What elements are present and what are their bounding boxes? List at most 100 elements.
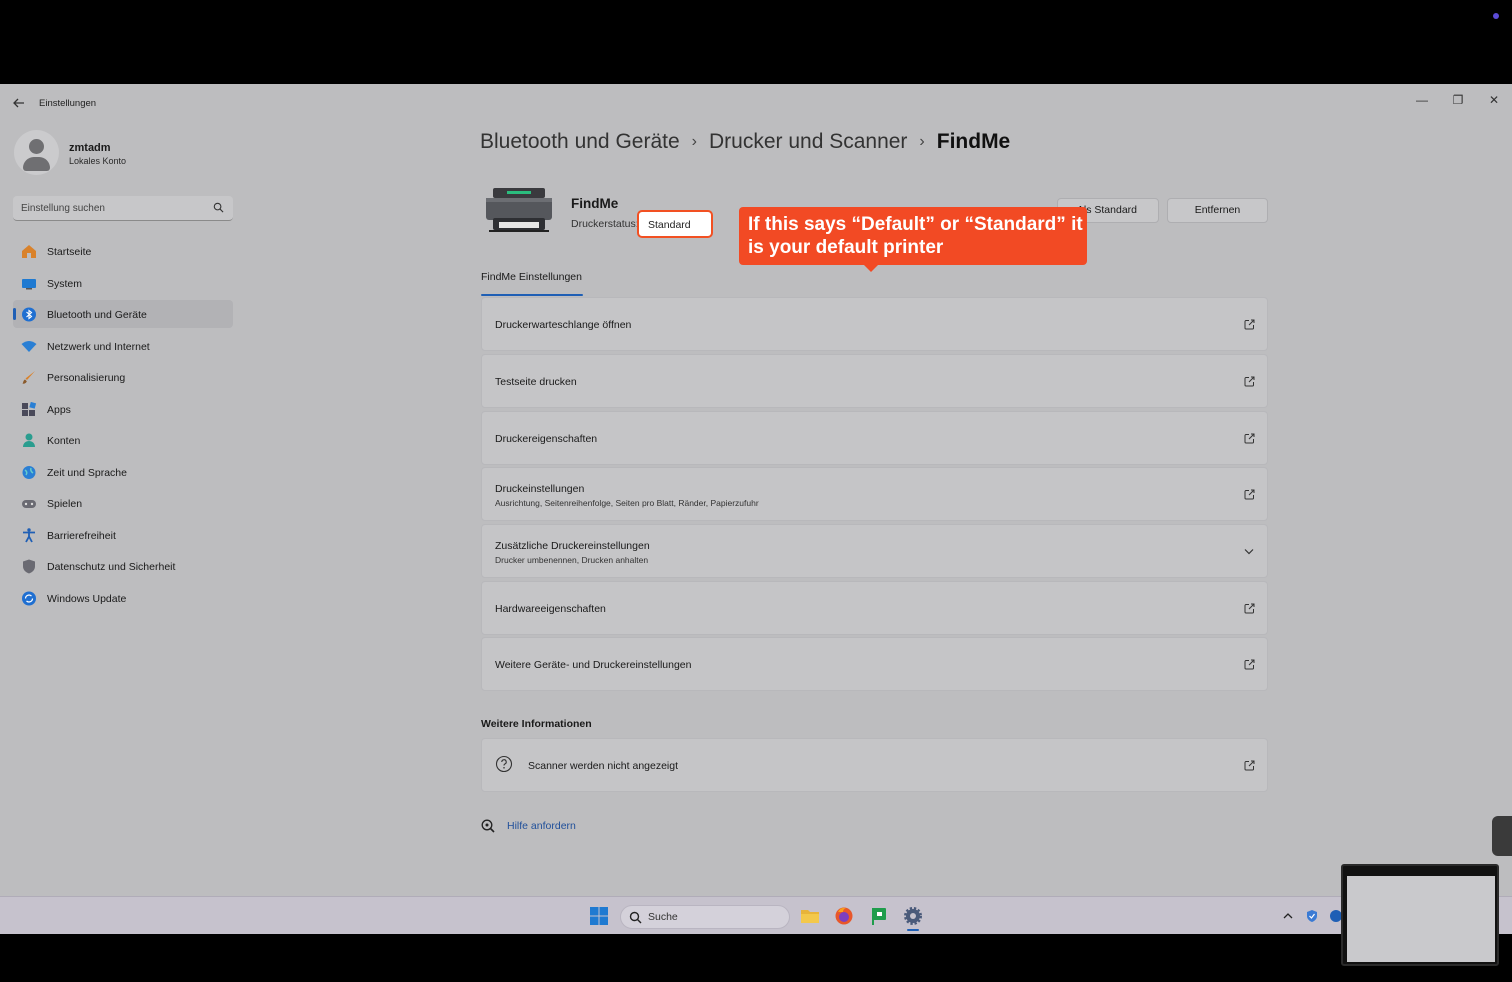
tab-underline xyxy=(481,294,583,296)
defender-tray-icon[interactable] xyxy=(1305,909,1319,923)
sidebar-item-startseite[interactable]: Startseite xyxy=(13,237,233,265)
sidebar-item-netzwerk[interactable]: Netzwerk und Internet xyxy=(13,332,233,360)
sidebar-item-bluetooth[interactable]: Bluetooth und Geräte xyxy=(13,300,233,328)
external-link-icon xyxy=(1244,376,1255,387)
setting-subtitle: Drucker umbenennen, Drucken anhalten xyxy=(495,555,649,565)
breadcrumb-item-drucker[interactable]: Drucker und Scanner xyxy=(709,130,907,154)
setting-title: Druckerwarteschlange öffnen xyxy=(495,319,632,331)
search-input[interactable] xyxy=(21,196,211,220)
app-title: Einstellungen xyxy=(39,98,97,109)
info-item-title: Scanner werden nicht angezeigt xyxy=(528,760,679,772)
bluetooth-icon xyxy=(22,307,36,322)
external-link-icon xyxy=(1244,433,1255,444)
tab-findme-settings[interactable]: FindMe Einstellungen xyxy=(481,271,582,283)
sidebar-item-zeit-und-sprache[interactable]: Zeit und Sprache xyxy=(13,458,233,486)
setting-subtitle: Ausrichtung, Seitenreihenfolge, Seiten p… xyxy=(495,498,759,508)
printer-name: FindMe xyxy=(571,196,619,211)
sidebar-nav: Startseite System Bluetooth und Geräte N… xyxy=(13,237,233,615)
sidebar-item-barrierefreiheit[interactable]: Barrierefreiheit xyxy=(13,521,233,549)
sidebar-item-windows-update[interactable]: Windows Update xyxy=(13,584,233,612)
callout-text: If this says “Default” or “Standard” it … xyxy=(748,214,1083,258)
sidebar-item-label: System xyxy=(47,277,83,290)
thumbnail-preview xyxy=(1347,876,1495,962)
sidebar-item-label: Konten xyxy=(47,435,81,447)
page-title: FindMe xyxy=(936,130,1011,154)
settings-search[interactable] xyxy=(13,196,233,221)
search-icon xyxy=(629,911,642,924)
remove-button[interactable]: Entfernen xyxy=(1167,198,1268,223)
setting-printer-properties[interactable]: Druckereigenschaften xyxy=(481,411,1268,465)
windows-start-icon[interactable] xyxy=(590,907,608,925)
breadcrumb: Bluetooth und Geräte › Drucker und Scanner… xyxy=(480,130,1010,158)
setting-more-devices-printers[interactable]: Weitere Geräte- und Druckereinstellungen xyxy=(481,637,1268,691)
file-explorer-icon[interactable] xyxy=(800,906,820,926)
green-flag-app-icon[interactable] xyxy=(869,906,889,926)
sidebar-item-label: Spielen xyxy=(47,498,83,510)
sidebar-item-label: Datenschutz und Sicherheit xyxy=(47,561,176,573)
account-icon xyxy=(23,433,35,447)
help-chat-icon xyxy=(481,819,495,833)
settings-window: Einstellungen — ❐ ✕ zmtadm Lokales Konto… xyxy=(0,84,1512,896)
setting-title: Druckereigenschaften xyxy=(495,433,598,445)
callout-pointer xyxy=(863,264,879,272)
external-link-icon xyxy=(1244,489,1255,500)
home-icon xyxy=(22,245,36,258)
external-link-icon xyxy=(1244,760,1255,771)
setting-hardware-properties[interactable]: Hardwareeigenschaften xyxy=(481,581,1268,635)
active-app-indicator xyxy=(907,929,919,931)
taskbar-search[interactable]: Suche xyxy=(620,905,790,929)
screenshot-thumbnail[interactable] xyxy=(1341,864,1499,966)
setting-print-test-page[interactable]: Testseite drucken xyxy=(481,354,1268,408)
sidebar-item-system[interactable]: System xyxy=(13,269,233,297)
setting-title: Zusätzliche Druckereinstellungen xyxy=(495,540,650,552)
external-link-icon xyxy=(1244,603,1255,614)
chevron-down-icon[interactable] xyxy=(1244,548,1254,555)
update-icon xyxy=(22,591,36,605)
sidebar-item-label: Apps xyxy=(47,403,71,416)
printer-icon xyxy=(486,188,552,232)
monitor-icon xyxy=(22,278,36,289)
account-type: Lokales Konto xyxy=(69,156,127,166)
sidebar-item-label: Startseite xyxy=(47,246,92,258)
sidebar-item-label: Netzwerk und Internet xyxy=(47,340,150,353)
sidebar-item-apps[interactable]: Apps xyxy=(13,395,233,423)
info-scanner-not-shown[interactable]: Scanner werden nicht angezeigt xyxy=(481,738,1268,792)
minimize-button[interactable]: — xyxy=(1410,90,1434,110)
chevron-up-icon[interactable] xyxy=(1281,909,1295,923)
sidebar-item-label: Barrierefreiheit xyxy=(47,529,116,542)
search-icon[interactable] xyxy=(213,202,224,213)
title-bar: Einstellungen — ❐ ✕ xyxy=(0,84,1512,122)
question-circle-icon xyxy=(495,755,513,773)
more-info-heading: Weitere Informationen xyxy=(481,718,592,730)
firefox-icon[interactable] xyxy=(834,906,854,926)
get-help-label[interactable]: Hilfe anfordern xyxy=(507,820,576,832)
sidebar-item-label: Zeit und Sprache xyxy=(47,466,127,479)
globe-icon xyxy=(22,465,36,479)
sidebar-item-datenschutz[interactable]: Datenschutz und Sicherheit xyxy=(13,552,233,580)
avatar xyxy=(14,130,59,175)
side-panel-handle[interactable] xyxy=(1492,816,1512,856)
setting-open-queue[interactable]: Druckerwarteschlange öffnen xyxy=(481,297,1268,351)
close-button[interactable]: ✕ xyxy=(1482,90,1506,110)
sidebar-item-konten[interactable]: Konten xyxy=(13,426,233,454)
restore-button[interactable]: ❐ xyxy=(1446,90,1470,110)
sidebar-item-label: Bluetooth und Geräte xyxy=(47,309,147,321)
callout-annotation: If this says “Default” or “Standard” it … xyxy=(739,207,1087,272)
taskbar: Suche xyxy=(0,896,1512,934)
back-arrow-icon[interactable] xyxy=(12,96,26,110)
printer-status-value: Standard xyxy=(648,219,691,231)
setting-print-preferences[interactable]: Druckeinstellungen Ausrichtung, Seitenre… xyxy=(481,467,1268,521)
breadcrumb-separator: › xyxy=(919,133,925,151)
sidebar-item-personalisierung[interactable]: Personalisierung xyxy=(13,363,233,391)
setting-additional-printer-settings[interactable]: Zusätzliche Druckereinstellungen Drucker… xyxy=(481,524,1268,578)
user-name: zmtadm xyxy=(69,142,111,154)
status-badge: Standard xyxy=(637,210,713,238)
accessibility-icon xyxy=(23,527,35,542)
setting-title: Hardwareeigenschaften xyxy=(495,603,606,615)
breadcrumb-item-bluetooth[interactable]: Bluetooth und Geräte xyxy=(480,130,680,154)
sidebar-item-spielen[interactable]: Spielen xyxy=(13,489,233,517)
sidebar-item-label: Windows Update xyxy=(47,592,127,605)
printer-status-label: Druckerstatus: xyxy=(571,218,639,230)
settings-gear-icon[interactable] xyxy=(903,906,923,926)
breadcrumb-separator: › xyxy=(691,133,697,151)
